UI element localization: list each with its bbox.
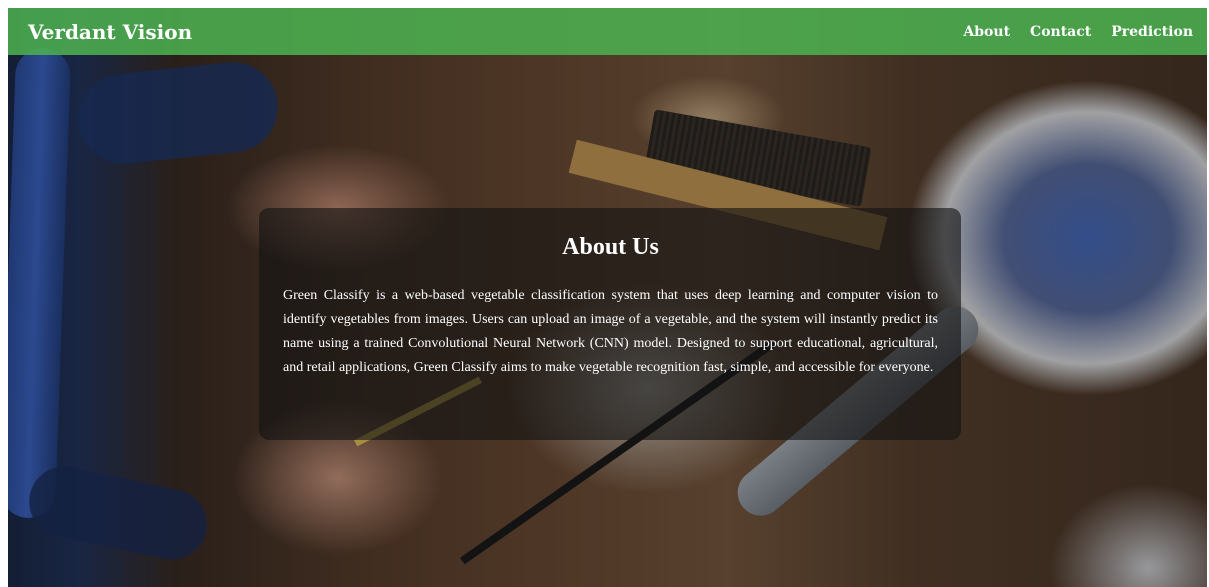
nav-link-prediction[interactable]: Prediction [1111,24,1193,40]
top-navbar: Verdant Vision About Contact Prediction [8,8,1207,55]
about-description: Green Classify is a web-based vegetable … [283,288,938,375]
brand-logo[interactable]: Verdant Vision [28,20,192,44]
about-card: About Us Green Classify is a web-based v… [259,208,961,440]
nav-link-about[interactable]: About [963,24,1010,40]
page-frame: Verdant Vision About Contact Prediction … [8,8,1207,587]
nav-link-contact[interactable]: Contact [1030,24,1091,40]
about-title: About Us [562,234,659,260]
nav-links: About Contact Prediction [963,24,1193,40]
